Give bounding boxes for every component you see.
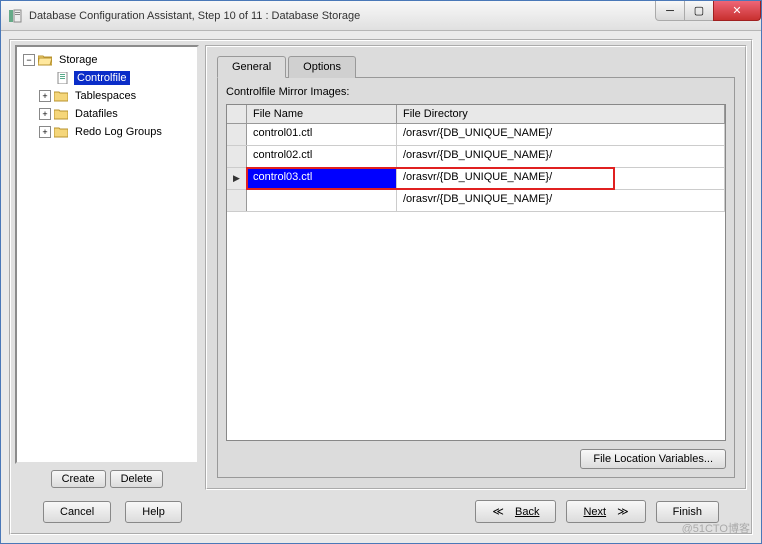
storage-tree[interactable]: − Storage Controlfile +	[15, 45, 199, 464]
table-row[interactable]: control03.ctl /orasvr/{DB_UNIQUE_NAME}/	[227, 168, 725, 190]
table-row[interactable]: control01.ctl /orasvr/{DB_UNIQUE_NAME}/	[227, 124, 725, 146]
folder-closed-icon	[53, 125, 69, 139]
tab-body: Controlfile Mirror Images: File Name Fil…	[217, 77, 735, 478]
row-handle[interactable]	[227, 146, 247, 167]
controlfile-grid[interactable]: File Name File Directory control01.ctl /…	[226, 104, 726, 441]
content-area: − Storage Controlfile +	[1, 31, 761, 543]
tree-node-datafiles[interactable]: + Datafiles	[19, 105, 195, 123]
close-button[interactable]: ✕	[713, 1, 761, 21]
expand-icon[interactable]: +	[39, 126, 51, 138]
cell-filedirectory[interactable]: /orasvr/{DB_UNIQUE_NAME}/	[397, 190, 725, 211]
next-button[interactable]: Next ≫	[566, 500, 645, 523]
wizard-footer: Cancel Help ≪ Back Next ≫ Finish	[15, 490, 747, 529]
row-handle[interactable]	[227, 124, 247, 145]
tree-label: Redo Log Groups	[72, 125, 165, 139]
tab-general[interactable]: General	[217, 56, 286, 78]
file-location-variables-button[interactable]: File Location Variables...	[580, 449, 726, 469]
grid-header: File Name File Directory	[227, 105, 725, 124]
help-button[interactable]: Help	[125, 501, 182, 523]
row-handle-header	[227, 105, 247, 123]
chevron-right-icon: ≫	[617, 505, 629, 518]
app-icon	[7, 8, 23, 24]
expand-icon[interactable]: +	[39, 90, 51, 102]
cell-filename[interactable]: control01.ctl	[247, 124, 397, 145]
tree-node-controlfile[interactable]: Controlfile	[19, 69, 195, 87]
tab-strip: General Options	[217, 56, 735, 78]
window-title: Database Configuration Assistant, Step 1…	[29, 10, 360, 22]
tree-node-storage[interactable]: − Storage	[19, 51, 195, 69]
main-frame: − Storage Controlfile +	[9, 39, 753, 535]
table-row[interactable]: /orasvr/{DB_UNIQUE_NAME}/	[227, 190, 725, 212]
row-handle[interactable]	[227, 168, 247, 189]
folder-open-icon	[37, 53, 53, 67]
col-header-filedirectory[interactable]: File Directory	[397, 105, 725, 123]
maximize-button[interactable]: ▢	[684, 1, 714, 21]
cell-filedirectory[interactable]: /orasvr/{DB_UNIQUE_NAME}/	[397, 168, 725, 189]
tree-node-redolog[interactable]: + Redo Log Groups	[19, 123, 195, 141]
tree-label: Datafiles	[72, 107, 121, 121]
tab-options[interactable]: Options	[288, 56, 356, 78]
cell-filename[interactable]: control02.ctl	[247, 146, 397, 167]
cell-filedirectory[interactable]: /orasvr/{DB_UNIQUE_NAME}/	[397, 146, 725, 167]
table-row[interactable]: control02.ctl /orasvr/{DB_UNIQUE_NAME}/	[227, 146, 725, 168]
titlebar: Database Configuration Assistant, Step 1…	[1, 1, 761, 31]
folder-closed-icon	[53, 107, 69, 121]
folder-closed-icon	[53, 89, 69, 103]
row-handle[interactable]	[227, 190, 247, 211]
back-button[interactable]: ≪ Back	[475, 500, 556, 523]
right-panel: General Options Controlfile Mirror Image…	[205, 45, 747, 490]
tree-node-tablespaces[interactable]: + Tablespaces	[19, 87, 195, 105]
tree-label: Storage	[56, 53, 101, 67]
app-window: Database Configuration Assistant, Step 1…	[0, 0, 762, 544]
document-icon	[55, 71, 71, 85]
grid-body: control01.ctl /orasvr/{DB_UNIQUE_NAME}/ …	[227, 124, 725, 440]
expand-icon[interactable]: +	[39, 108, 51, 120]
cancel-button[interactable]: Cancel	[43, 501, 111, 523]
cell-filedirectory[interactable]: /orasvr/{DB_UNIQUE_NAME}/	[397, 124, 725, 145]
delete-button[interactable]: Delete	[110, 470, 164, 488]
cell-filename[interactable]: control03.ctl	[247, 168, 397, 189]
expand-icon[interactable]: −	[23, 54, 35, 66]
minimize-button[interactable]: ─	[655, 1, 685, 21]
finish-button[interactable]: Finish	[656, 501, 719, 523]
create-button[interactable]: Create	[51, 470, 106, 488]
window-controls: ─ ▢ ✕	[656, 1, 761, 21]
col-header-filename[interactable]: File Name	[247, 105, 397, 123]
section-label: Controlfile Mirror Images:	[226, 86, 726, 98]
tree-label: Tablespaces	[72, 89, 139, 103]
tree-panel: − Storage Controlfile +	[15, 45, 199, 490]
chevron-left-icon: ≪	[492, 505, 504, 518]
tree-label: Controlfile	[74, 71, 130, 85]
cell-filename[interactable]	[247, 190, 397, 211]
